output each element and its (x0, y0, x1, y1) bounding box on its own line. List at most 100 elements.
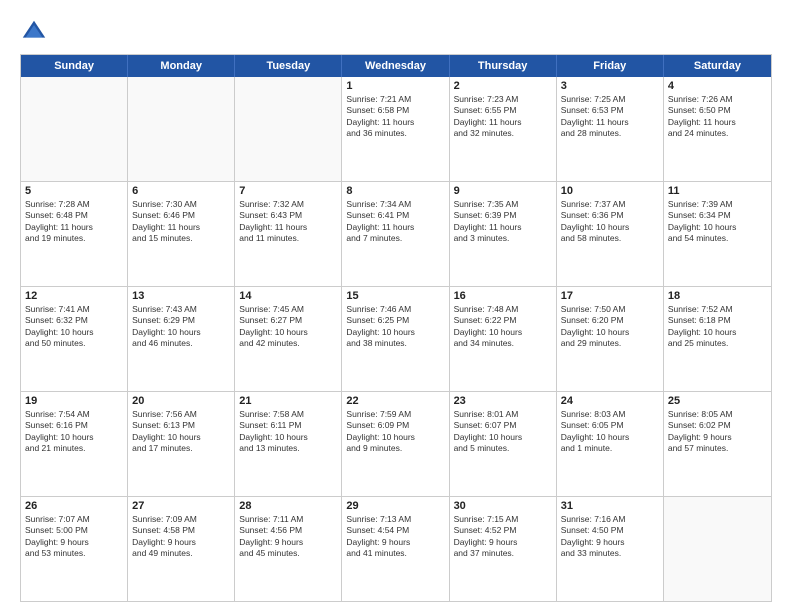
weekday-header: Wednesday (342, 55, 449, 77)
calendar: SundayMondayTuesdayWednesdayThursdayFrid… (20, 54, 772, 602)
logo (20, 18, 52, 46)
cell-info: Sunrise: 7:59 AM Sunset: 6:09 PM Dayligh… (346, 409, 444, 455)
cell-info: Sunrise: 7:39 AM Sunset: 6:34 PM Dayligh… (668, 199, 767, 245)
calendar-cell: 9 Sunrise: 7:35 AM Sunset: 6:39 PM Daylig… (450, 182, 557, 286)
cell-info: Sunrise: 7:30 AM Sunset: 6:46 PM Dayligh… (132, 199, 230, 245)
day-number: 8 (346, 185, 444, 197)
day-number: 12 (25, 290, 123, 302)
cell-info: Sunrise: 7:25 AM Sunset: 6:53 PM Dayligh… (561, 94, 659, 140)
cell-info: Sunrise: 7:50 AM Sunset: 6:20 PM Dayligh… (561, 304, 659, 350)
calendar-cell: 19 Sunrise: 7:54 AM Sunset: 6:16 PM Dayli… (21, 392, 128, 496)
day-number: 3 (561, 80, 659, 92)
cell-info: Sunrise: 7:46 AM Sunset: 6:25 PM Dayligh… (346, 304, 444, 350)
calendar-row: 5 Sunrise: 7:28 AM Sunset: 6:48 PM Daylig… (21, 182, 771, 287)
cell-info: Sunrise: 8:01 AM Sunset: 6:07 PM Dayligh… (454, 409, 552, 455)
day-number: 13 (132, 290, 230, 302)
day-number: 18 (668, 290, 767, 302)
calendar-cell: 24 Sunrise: 8:03 AM Sunset: 6:05 PM Dayli… (557, 392, 664, 496)
cell-info: Sunrise: 7:41 AM Sunset: 6:32 PM Dayligh… (25, 304, 123, 350)
cell-info: Sunrise: 7:21 AM Sunset: 6:58 PM Dayligh… (346, 94, 444, 140)
cell-info: Sunrise: 7:43 AM Sunset: 6:29 PM Dayligh… (132, 304, 230, 350)
calendar-row: 26 Sunrise: 7:07 AM Sunset: 5:00 PM Dayli… (21, 497, 771, 601)
day-number: 28 (239, 500, 337, 512)
calendar-cell: 3 Sunrise: 7:25 AM Sunset: 6:53 PM Daylig… (557, 77, 664, 181)
calendar-body: 1 Sunrise: 7:21 AM Sunset: 6:58 PM Daylig… (21, 77, 771, 601)
calendar-cell: 7 Sunrise: 7:32 AM Sunset: 6:43 PM Daylig… (235, 182, 342, 286)
cell-info: Sunrise: 7:07 AM Sunset: 5:00 PM Dayligh… (25, 514, 123, 560)
cell-info: Sunrise: 7:35 AM Sunset: 6:39 PM Dayligh… (454, 199, 552, 245)
day-number: 4 (668, 80, 767, 92)
calendar-cell: 2Sunrise: 7:23 AM Sunset: 6:55 PM Daylig… (450, 77, 557, 181)
day-number: 9 (454, 185, 552, 197)
calendar-cell: 30 Sunrise: 7:15 AM Sunset: 4:52 PM Dayli… (450, 497, 557, 601)
calendar-cell (235, 77, 342, 181)
day-number: 19 (25, 395, 123, 407)
cell-info: Sunrise: 7:16 AM Sunset: 4:50 PM Dayligh… (561, 514, 659, 560)
calendar-cell (21, 77, 128, 181)
day-number: 31 (561, 500, 659, 512)
calendar-cell: 22 Sunrise: 7:59 AM Sunset: 6:09 PM Dayli… (342, 392, 449, 496)
cell-info: Sunrise: 7:15 AM Sunset: 4:52 PM Dayligh… (454, 514, 552, 560)
day-number: 7 (239, 185, 337, 197)
day-number: 30 (454, 500, 552, 512)
cell-info: Sunrise: 7:09 AM Sunset: 4:58 PM Dayligh… (132, 514, 230, 560)
logo-icon (20, 18, 48, 46)
day-number: 17 (561, 290, 659, 302)
day-number: 22 (346, 395, 444, 407)
calendar-cell: 15 Sunrise: 7:46 AM Sunset: 6:25 PM Dayli… (342, 287, 449, 391)
cell-info: Sunrise: 7:45 AM Sunset: 6:27 PM Dayligh… (239, 304, 337, 350)
weekday-header: Monday (128, 55, 235, 77)
day-number: 26 (25, 500, 123, 512)
cell-info: Sunrise: 7:58 AM Sunset: 6:11 PM Dayligh… (239, 409, 337, 455)
day-number: 25 (668, 395, 767, 407)
calendar-cell: 16 Sunrise: 7:48 AM Sunset: 6:22 PM Dayli… (450, 287, 557, 391)
day-number: 21 (239, 395, 337, 407)
calendar-cell: 25 Sunrise: 8:05 AM Sunset: 6:02 PM Dayli… (664, 392, 771, 496)
calendar-cell: 23 Sunrise: 8:01 AM Sunset: 6:07 PM Dayli… (450, 392, 557, 496)
calendar-row: 1 Sunrise: 7:21 AM Sunset: 6:58 PM Daylig… (21, 77, 771, 182)
weekday-header: Thursday (450, 55, 557, 77)
header (20, 18, 772, 46)
day-number: 24 (561, 395, 659, 407)
calendar-cell: 13 Sunrise: 7:43 AM Sunset: 6:29 PM Dayli… (128, 287, 235, 391)
page: SundayMondayTuesdayWednesdayThursdayFrid… (0, 0, 792, 612)
cell-info: Sunrise: 7:28 AM Sunset: 6:48 PM Dayligh… (25, 199, 123, 245)
calendar-header: SundayMondayTuesdayWednesdayThursdayFrid… (21, 55, 771, 77)
cell-info: Sunrise: 8:03 AM Sunset: 6:05 PM Dayligh… (561, 409, 659, 455)
calendar-cell: 6 Sunrise: 7:30 AM Sunset: 6:46 PM Daylig… (128, 182, 235, 286)
cell-info: Sunrise: 7:54 AM Sunset: 6:16 PM Dayligh… (25, 409, 123, 455)
day-number: 27 (132, 500, 230, 512)
calendar-cell: 20 Sunrise: 7:56 AM Sunset: 6:13 PM Dayli… (128, 392, 235, 496)
calendar-cell: 21 Sunrise: 7:58 AM Sunset: 6:11 PM Dayli… (235, 392, 342, 496)
cell-info: Sunrise: 7:11 AM Sunset: 4:56 PM Dayligh… (239, 514, 337, 560)
day-number: 15 (346, 290, 444, 302)
calendar-cell: 27 Sunrise: 7:09 AM Sunset: 4:58 PM Dayli… (128, 497, 235, 601)
day-number: 16 (454, 290, 552, 302)
calendar-cell: 31 Sunrise: 7:16 AM Sunset: 4:50 PM Dayli… (557, 497, 664, 601)
day-number: 23 (454, 395, 552, 407)
cell-info: Sunrise: 7:56 AM Sunset: 6:13 PM Dayligh… (132, 409, 230, 455)
cell-info: Sunrise: 7:32 AM Sunset: 6:43 PM Dayligh… (239, 199, 337, 245)
calendar-cell: 4Sunrise: 7:26 AM Sunset: 6:50 PM Daylig… (664, 77, 771, 181)
day-number: 10 (561, 185, 659, 197)
calendar-cell: 5 Sunrise: 7:28 AM Sunset: 6:48 PM Daylig… (21, 182, 128, 286)
day-number: 20 (132, 395, 230, 407)
calendar-cell: 10 Sunrise: 7:37 AM Sunset: 6:36 PM Dayli… (557, 182, 664, 286)
calendar-cell: 14Sunrise: 7:45 AM Sunset: 6:27 PM Dayli… (235, 287, 342, 391)
cell-info: Sunrise: 7:37 AM Sunset: 6:36 PM Dayligh… (561, 199, 659, 245)
cell-info: Sunrise: 7:13 AM Sunset: 4:54 PM Dayligh… (346, 514, 444, 560)
day-number: 5 (25, 185, 123, 197)
cell-info: Sunrise: 7:48 AM Sunset: 6:22 PM Dayligh… (454, 304, 552, 350)
calendar-cell: 17 Sunrise: 7:50 AM Sunset: 6:20 PM Dayli… (557, 287, 664, 391)
cell-info: Sunrise: 8:05 AM Sunset: 6:02 PM Dayligh… (668, 409, 767, 455)
calendar-cell: 11Sunrise: 7:39 AM Sunset: 6:34 PM Dayli… (664, 182, 771, 286)
weekday-header: Saturday (664, 55, 771, 77)
calendar-cell: 18Sunrise: 7:52 AM Sunset: 6:18 PM Dayli… (664, 287, 771, 391)
day-number: 6 (132, 185, 230, 197)
day-number: 1 (346, 80, 444, 92)
calendar-cell (664, 497, 771, 601)
weekday-header: Tuesday (235, 55, 342, 77)
weekday-header: Sunday (21, 55, 128, 77)
cell-info: Sunrise: 7:34 AM Sunset: 6:41 PM Dayligh… (346, 199, 444, 245)
calendar-cell: 8 Sunrise: 7:34 AM Sunset: 6:41 PM Daylig… (342, 182, 449, 286)
